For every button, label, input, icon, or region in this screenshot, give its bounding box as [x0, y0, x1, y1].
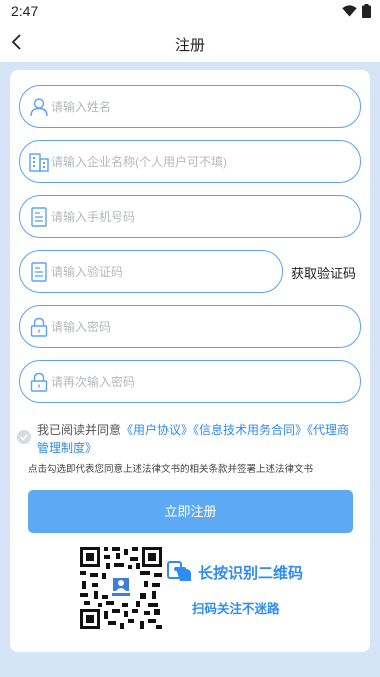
status-bar: 2:47 [0, 0, 380, 24]
agreement-text: 我已阅读并同意《用户协议》《信息技术用务合同》《代理商管理制度》 [37, 421, 359, 457]
phone-input[interactable] [51, 207, 349, 227]
hand-pointer-icon [167, 561, 191, 581]
building-icon [29, 153, 49, 172]
verification-code-input[interactable] [51, 262, 271, 282]
get-code-button[interactable]: 获取验证码 [291, 263, 356, 282]
agreement-checkbox[interactable] [17, 430, 31, 444]
password-field[interactable] [19, 305, 361, 348]
app-bar: 注册 [0, 24, 380, 62]
battery-icon [362, 4, 371, 18]
user-agreement-link[interactable]: 《用户协议》 [121, 423, 193, 437]
password-confirm-field[interactable] [19, 360, 361, 403]
page-title: 注册 [174, 37, 205, 54]
qr-subtext: 扫码关注不迷路 [192, 602, 280, 616]
status-time: 2:47 [11, 3, 39, 19]
phone-field[interactable] [19, 195, 361, 238]
password-input[interactable] [51, 317, 349, 337]
name-field[interactable] [19, 85, 361, 128]
lock-icon [30, 372, 48, 392]
register-button[interactable]: 立即注册 [28, 490, 353, 533]
password-confirm-input[interactable] [51, 372, 349, 392]
lock-icon [30, 317, 48, 337]
document-icon [31, 262, 47, 282]
status-icons [342, 4, 371, 18]
it-service-contract-link[interactable]: 《信息技术用务合同》 [193, 423, 307, 437]
agreement-prefix: 我已阅读并同意 [37, 423, 122, 437]
qr-hint-text: 长按识别二维码 [198, 564, 304, 582]
wifi-icon [342, 5, 357, 17]
qr-code [78, 545, 164, 631]
agreement-notice: 点击勾选即代表您同意上述法律文书的相关条款并签署上述法律文书 [28, 464, 314, 475]
qr-hint: 长按识别二维码 [166, 560, 303, 584]
name-input[interactable] [51, 97, 349, 117]
company-field[interactable] [19, 140, 361, 183]
verification-code-field[interactable] [19, 250, 283, 293]
user-icon [30, 98, 48, 117]
document-icon [31, 207, 47, 227]
company-input[interactable] [51, 152, 349, 172]
